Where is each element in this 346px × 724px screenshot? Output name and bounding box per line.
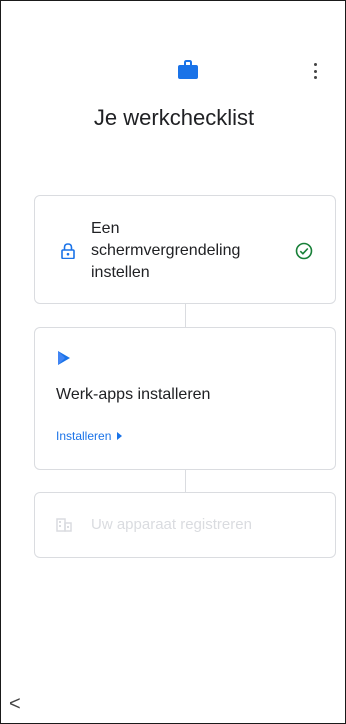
briefcase-icon [178,60,198,79]
checklist-item-screen-lock[interactable]: Een schermvergrendeling instellen [34,195,336,304]
app-screen: Je werkchecklist Een schermvergrendeling… [0,0,346,724]
checklist-item-label: Werk-apps installeren [56,386,211,403]
checklist-item-register-device: Uw apparaat registreren [34,492,336,558]
connector-line [185,470,186,492]
install-button[interactable]: Installeren [56,429,123,443]
more-vert-icon [313,63,317,66]
install-label: Installeren [56,429,112,443]
building-icon [56,518,72,532]
arrow-right-icon [117,432,123,440]
checklist-item-install-apps[interactable]: Werk-apps installeren Installeren [34,327,336,470]
back-chevron-icon: < [9,693,21,715]
connector-line [185,304,186,327]
lock-icon [61,243,75,259]
page-title: Je werkchecklist [93,105,255,130]
checklist-item-label: Uw apparaat registreren [91,516,252,533]
play-store-icon [58,351,70,365]
back-button[interactable]: < [9,693,21,716]
checklist-item-label: Een schermvergrendeling instellen [91,220,241,281]
more-options-button[interactable] [308,61,322,81]
check-circle-icon [295,242,313,260]
